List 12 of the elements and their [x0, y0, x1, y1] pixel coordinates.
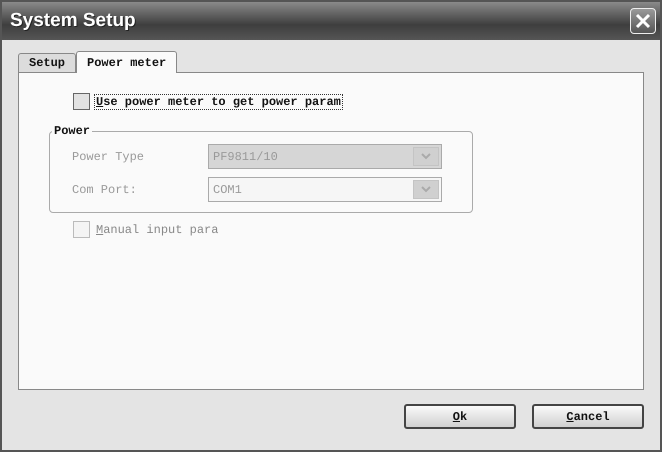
checkbox[interactable] [73, 93, 90, 110]
close-button[interactable] [630, 8, 656, 34]
tab[interactable]: Power meter [76, 51, 178, 73]
field-label: Com Port: [72, 182, 138, 196]
group-title: Power [53, 124, 92, 138]
window-title: System Setup [10, 10, 136, 32]
field-label: Power Type [72, 150, 146, 164]
close-icon [635, 13, 651, 29]
dialog-button[interactable]: Cancel [532, 404, 644, 429]
dialog-button[interactable]: Ok [404, 404, 516, 429]
tab[interactable]: Setup [18, 53, 76, 72]
checkbox-label[interactable]: Use power meter to get power param [94, 94, 343, 110]
